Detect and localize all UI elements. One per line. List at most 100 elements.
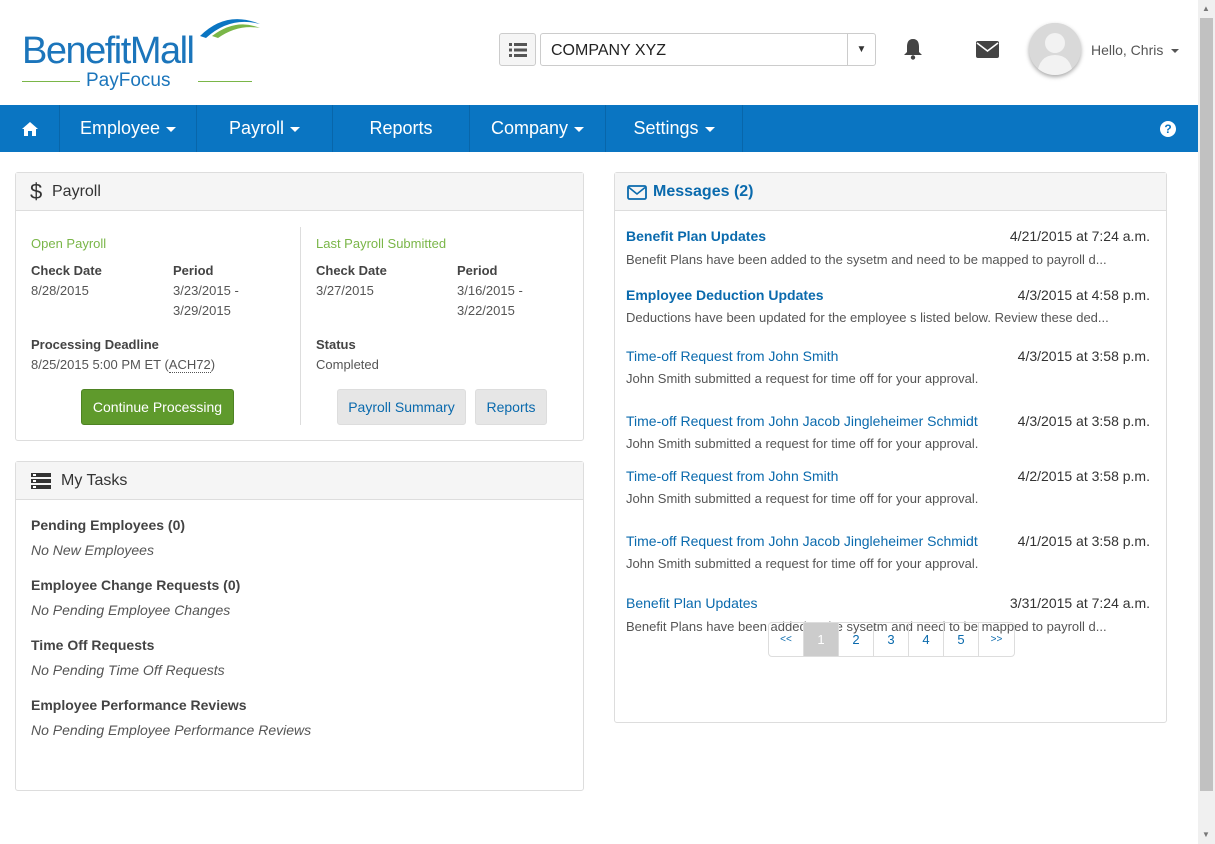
- last-check-date: 3/27/2015: [316, 283, 374, 298]
- list-icon: [508, 42, 527, 57]
- task-note: No New Employees: [31, 542, 154, 558]
- message-title[interactable]: Employee Deduction Updates: [626, 287, 824, 303]
- nav-home[interactable]: [0, 105, 60, 152]
- task-note: No Pending Employee Performance Reviews: [31, 722, 312, 738]
- payroll-panel: $ Payroll Open Payroll Check Date 8/28/2…: [15, 172, 584, 441]
- deadline-label: Processing Deadline: [31, 337, 159, 352]
- deadline-date: 8/25/2015 5:00 PM ET (: [31, 357, 169, 372]
- company-list-button[interactable]: [499, 33, 536, 66]
- deadline-code[interactable]: ACH72: [168, 357, 211, 373]
- nav-employee[interactable]: Employee: [60, 105, 197, 152]
- open-check-date: 8/28/2015: [31, 283, 89, 298]
- main-nav: Employee Payroll Reports Company Setting…: [0, 105, 1198, 152]
- message-date: 3/31/2015 at 7:24 a.m.: [1009, 595, 1150, 611]
- tasks-icon: [31, 473, 51, 489]
- payroll-divider: [300, 227, 301, 425]
- caret-down-icon: [166, 127, 177, 132]
- message-preview: John Smith submitted a request for time …: [626, 371, 979, 386]
- logo-swoosh-icon: [200, 19, 260, 38]
- continue-processing-button[interactable]: Continue Processing: [81, 389, 234, 425]
- pagination-page[interactable]: 2: [839, 623, 874, 656]
- message-preview: John Smith submitted a request for time …: [626, 436, 979, 451]
- avatar[interactable]: [1029, 23, 1081, 75]
- message-title[interactable]: Time-off Request from John Smith: [626, 348, 838, 364]
- messages-panel-title[interactable]: Messages (2): [653, 183, 754, 201]
- company-select-value: COMPANY XYZ: [551, 42, 666, 59]
- task-note: No Pending Employee Changes: [31, 602, 231, 618]
- last-payroll-heading: Last Payroll Submitted: [316, 236, 447, 251]
- nav-payroll[interactable]: Payroll: [197, 105, 333, 152]
- user-silhouette-icon: [1029, 23, 1081, 75]
- message-date: 4/3/2015 at 3:58 p.m.: [1017, 348, 1150, 364]
- messages-panel-header: Messages (2): [615, 173, 1166, 211]
- task-label[interactable]: Pending Employees (0): [31, 517, 185, 533]
- bell-icon[interactable]: [903, 38, 923, 60]
- message-title[interactable]: Time-off Request from John Jacob Jingleh…: [626, 533, 978, 549]
- pagination-last[interactable]: >>: [979, 623, 1014, 656]
- logo-rule-left: [22, 81, 80, 82]
- message-date: 4/2/2015 at 3:58 p.m.: [1017, 468, 1150, 484]
- caret-down-icon: [704, 127, 715, 132]
- messages-panel: Messages (2) Benefit Plan Updates 4/21/2…: [614, 172, 1167, 723]
- message-title[interactable]: Time-off Request from John Jacob Jingleh…: [626, 413, 978, 429]
- benefitmall-logo[interactable]: BenefitMall PayFocus: [22, 14, 262, 94]
- home-icon: [21, 121, 38, 136]
- payroll-reports-button[interactable]: Reports: [475, 389, 547, 425]
- message-title[interactable]: Benefit Plan Updates: [626, 228, 766, 244]
- help-icon[interactable]: ?: [1160, 121, 1176, 137]
- user-greeting: Hello, Chris: [1091, 42, 1164, 58]
- scroll-down-icon[interactable]: ▼: [1202, 830, 1210, 839]
- nav-reports-label: Reports: [369, 118, 433, 138]
- pagination-first[interactable]: <<: [769, 623, 804, 656]
- message-date: 4/3/2015 at 3:58 p.m.: [1017, 413, 1150, 429]
- scrollbar-thumb[interactable]: [1200, 18, 1213, 791]
- logo-subtitle: PayFocus: [86, 70, 171, 91]
- logo-wordmark: BenefitMall: [22, 30, 195, 72]
- company-select[interactable]: COMPANY XYZ ▼: [540, 33, 876, 66]
- pagination-page[interactable]: 5: [944, 623, 979, 656]
- payroll-summary-button[interactable]: Payroll Summary: [337, 389, 466, 425]
- message-title[interactable]: Benefit Plan Updates: [626, 595, 758, 611]
- last-period-start: 3/16/2015 -: [457, 283, 523, 298]
- chevron-down-icon[interactable]: ▼: [847, 34, 875, 65]
- open-period-start: 3/23/2015 -: [173, 283, 239, 298]
- status-value: Completed: [316, 357, 379, 372]
- open-period-end: 3/29/2015: [173, 303, 231, 318]
- caret-down-icon: [290, 127, 301, 132]
- envelope-icon[interactable]: [976, 41, 999, 58]
- task-label[interactable]: Time Off Requests: [31, 637, 154, 653]
- last-check-date-label: Check Date: [316, 263, 387, 278]
- open-period-label: Period: [173, 263, 214, 278]
- nav-company[interactable]: Company: [470, 105, 606, 152]
- message-date: 4/1/2015 at 3:58 p.m.: [1017, 533, 1150, 549]
- open-check-date-label: Check Date: [31, 263, 102, 278]
- pagination-page[interactable]: 4: [909, 623, 944, 656]
- message-preview: John Smith submitted a request for time …: [626, 556, 979, 571]
- caret-down-icon: [574, 127, 585, 132]
- logo-rule-right: [198, 81, 252, 82]
- messages-pagination: << 1 2 3 4 5 >>: [768, 622, 1015, 657]
- page-scrollbar[interactable]: ▲ ▼: [1198, 0, 1215, 844]
- message-preview: Benefit Plans have been added to the sys…: [626, 252, 1107, 267]
- open-payroll-heading: Open Payroll: [31, 236, 107, 251]
- nav-reports[interactable]: Reports: [333, 105, 470, 152]
- message-preview: Deductions have been updated for the emp…: [626, 310, 1109, 325]
- deadline-suffix: ): [210, 357, 216, 372]
- user-menu[interactable]: Hello, Chris: [1091, 42, 1180, 58]
- task-label[interactable]: Employee Change Requests (0): [31, 577, 240, 593]
- scroll-up-icon[interactable]: ▲: [1202, 4, 1210, 13]
- message-preview: John Smith submitted a request for time …: [626, 491, 979, 506]
- tasks-panel: My Tasks Pending Employees (0) No New Em…: [15, 461, 584, 791]
- top-header: BenefitMall PayFocus COMPANY XYZ ▼ Hello…: [0, 0, 1198, 105]
- nav-settings[interactable]: Settings: [606, 105, 743, 152]
- payroll-panel-header: $ Payroll: [16, 173, 583, 211]
- task-note: No Pending Time Off Requests: [31, 662, 225, 678]
- envelope-outline-icon: [627, 185, 647, 200]
- message-title[interactable]: Time-off Request from John Smith: [626, 468, 838, 484]
- payroll-panel-title: Payroll: [52, 183, 101, 200]
- task-label[interactable]: Employee Performance Reviews: [31, 697, 247, 713]
- message-date: 4/21/2015 at 7:24 a.m.: [1009, 228, 1150, 244]
- pagination-page[interactable]: 1: [804, 623, 839, 656]
- pagination-page[interactable]: 3: [874, 623, 909, 656]
- last-period-end: 3/22/2015: [457, 303, 515, 318]
